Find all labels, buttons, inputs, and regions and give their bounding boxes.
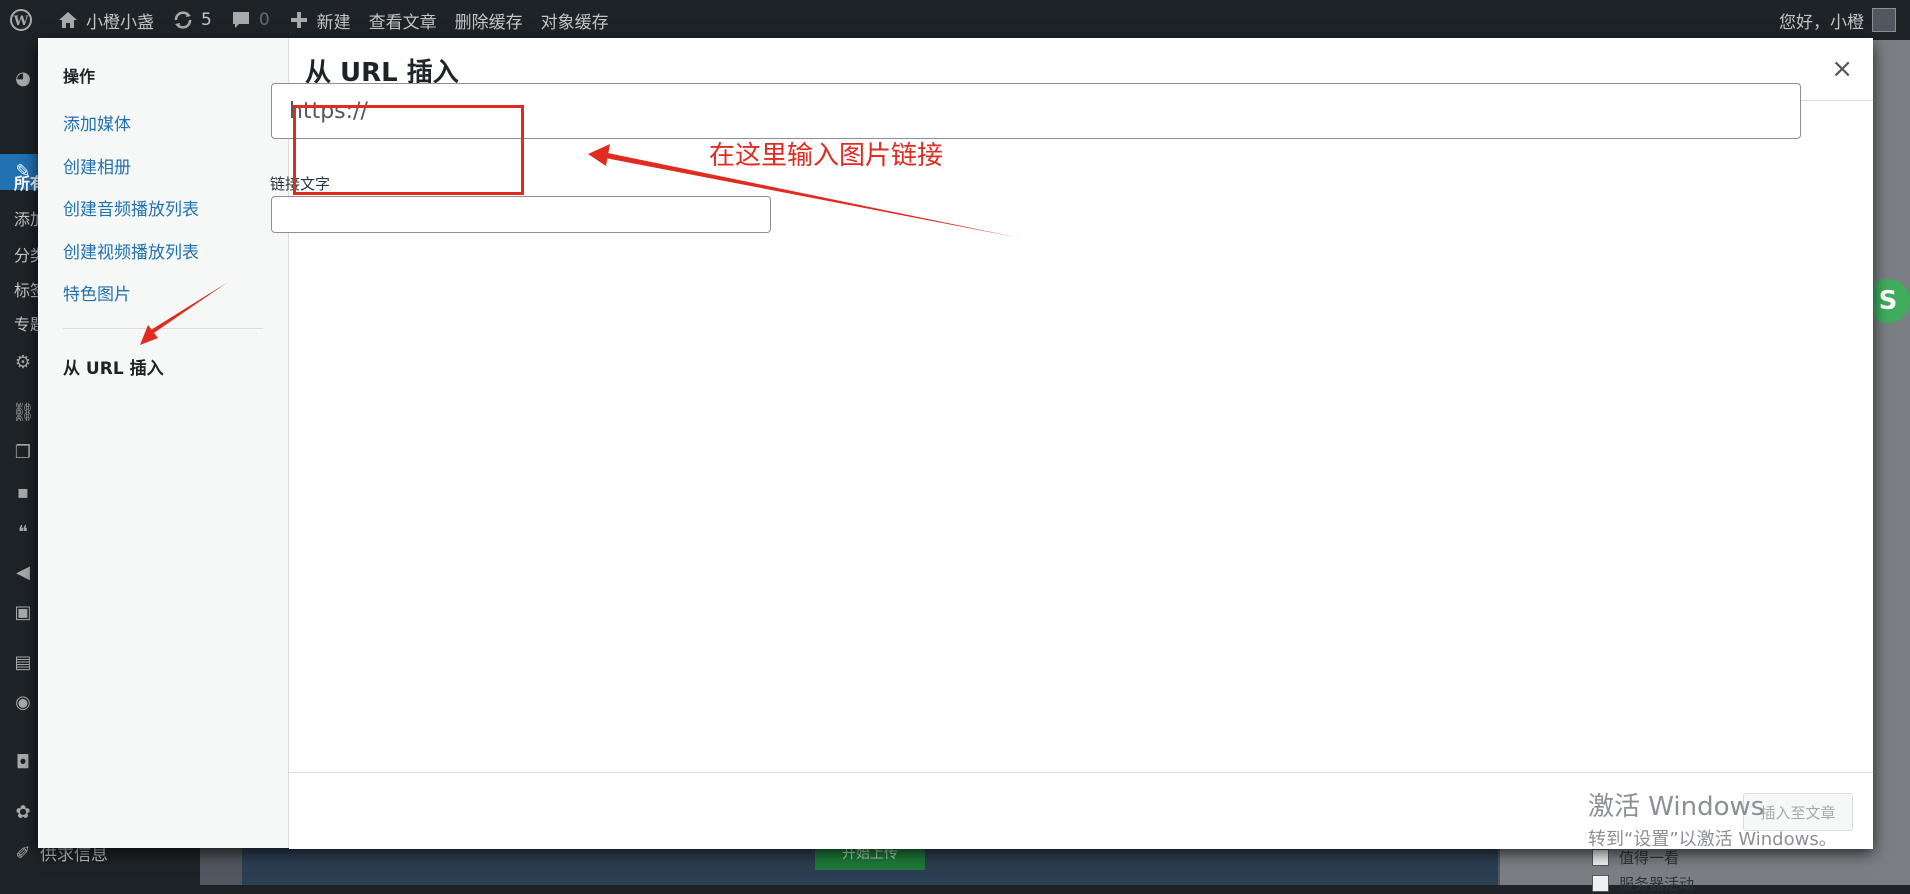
menu-create-video-playlist[interactable]: 创建视频播放列表 — [63, 238, 199, 263]
updates-count: 5 — [201, 10, 212, 30]
clear-cache-label: 删除缓存 — [454, 12, 523, 33]
close-icon[interactable]: × — [1831, 56, 1853, 82]
checkbox-server-activity[interactable]: 服务器活动 — [1592, 873, 1694, 894]
checkbox-label: 服务器活动 — [1619, 875, 1695, 893]
my-account-link[interactable]: 您好，小橙 — [1779, 0, 1896, 40]
new-label: 新建 — [316, 12, 351, 33]
comments-count: 0 — [258, 10, 270, 30]
updates-link[interactable]: 5 — [172, 9, 212, 31]
object-cache-link[interactable]: 对象缓存 — [541, 8, 609, 33]
view-post-link[interactable]: 查看文章 — [369, 8, 437, 33]
link-text-input[interactable] — [271, 196, 771, 233]
avatar — [1872, 8, 1896, 32]
quote-icon[interactable]: ❝ — [12, 522, 34, 544]
menu-featured-image[interactable]: 特色图片 — [63, 280, 131, 305]
comments-menu-icon[interactable]: ▪ — [12, 482, 34, 504]
group-icon[interactable]: ✿ — [12, 802, 34, 824]
comments-link[interactable]: 0 — [230, 9, 270, 31]
svg-text:W: W — [13, 14, 29, 29]
watermark-line1: 激活 Windows — [1588, 792, 1765, 822]
plugin-icon[interactable]: ⚙ — [12, 352, 34, 374]
accessibility-icon[interactable]: ◉ — [12, 692, 34, 714]
checkbox-box[interactable] — [1592, 849, 1609, 866]
wordpress-logo-button[interactable]: W — [10, 9, 39, 31]
plus-icon — [290, 12, 307, 28]
home-icon — [59, 12, 77, 28]
bag-icon[interactable]: ◘ — [12, 752, 34, 774]
menu-add-media[interactable]: 添加媒体 — [63, 110, 131, 135]
updates-icon — [174, 11, 192, 29]
pages-icon[interactable]: ❐ — [12, 442, 34, 464]
admin-bar: W 小橙小盏 5 0 新建 查看文章 删除缓存 对象缓存 您好，小橙 — [0, 0, 1910, 40]
watermark-line2: 转到“设置”以激活 Windows。 — [1588, 829, 1837, 850]
menu-create-gallery[interactable]: 创建相册 — [63, 153, 131, 178]
clear-cache-link[interactable]: 删除缓存 — [455, 8, 523, 33]
menu-create-audio-playlist[interactable]: 创建音频播放列表 — [63, 195, 199, 220]
media-menu: 操作 添加媒体 创建相册 创建音频播放列表 创建视频播放列表 特色图片 从 UR… — [38, 38, 289, 848]
new-content-link[interactable]: 新建 — [288, 8, 351, 33]
greeting: 您好，小橙 — [1779, 12, 1864, 33]
site-name-link[interactable]: 小橙小盏 — [57, 8, 154, 33]
media-menu-heading: 操作 — [63, 67, 96, 86]
site-name: 小橙小盏 — [86, 12, 154, 33]
dashboard-icon[interactable]: ◕ — [12, 68, 34, 90]
edit-icon[interactable]: ✐ — [12, 843, 34, 865]
menu-separator — [63, 328, 263, 329]
link-icon[interactable]: ⛓ — [12, 402, 35, 424]
document-icon[interactable]: ▤ — [12, 652, 34, 674]
wordpress-icon: W — [10, 9, 32, 31]
shop-icon[interactable]: ▣ — [12, 602, 34, 624]
windows-activation-watermark: 激活 Windows 转到“设置”以激活 Windows。 — [1588, 786, 1837, 851]
object-cache-label: 对象缓存 — [540, 12, 609, 33]
annotation-note: 在这里输入图片链接 — [709, 141, 944, 171]
megaphone-icon[interactable]: ◀ — [12, 562, 34, 584]
comments-icon — [232, 12, 249, 28]
view-post-label: 查看文章 — [368, 12, 437, 33]
checkbox-box[interactable] — [1592, 875, 1609, 892]
menu-insert-from-url[interactable]: 从 URL 插入 — [63, 354, 164, 379]
annotation-highlight-box — [293, 105, 524, 195]
